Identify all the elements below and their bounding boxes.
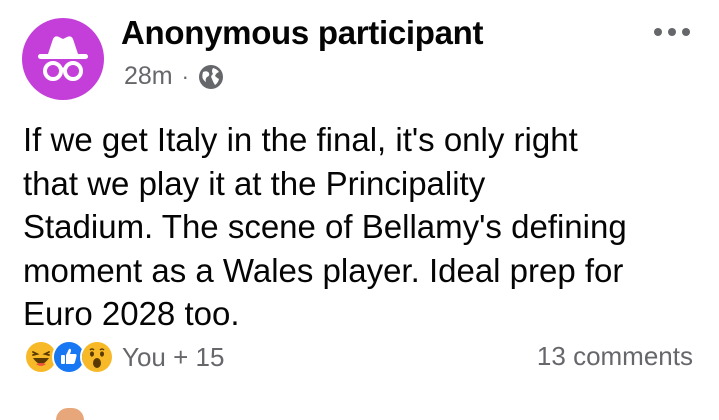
post-time[interactable]: 28m [124,62,173,91]
globe-icon[interactable] [198,64,224,90]
wow-icon [80,340,114,374]
author-name[interactable]: Anonymous participant [121,14,484,52]
incognito-icon [38,36,88,81]
reaction-summary[interactable]: You + 15 [122,342,224,373]
more-dot [654,28,662,36]
more-dot [668,28,676,36]
more-dot [682,28,690,36]
post-meta: 28m · [124,62,224,91]
next-comment-avatar [56,408,84,420]
meta-separator: · [181,63,189,89]
post-card: Anonymous participant 28m · If we get It… [0,0,719,420]
post-text: If we get Italy in the final, it's only … [23,121,627,332]
reaction-icons [24,340,114,374]
more-horizontal-icon[interactable] [654,28,690,36]
reactions-bar[interactable]: You + 15 [24,340,224,374]
comments-link[interactable]: 13 comments [537,341,693,372]
avatar[interactable] [22,18,104,100]
